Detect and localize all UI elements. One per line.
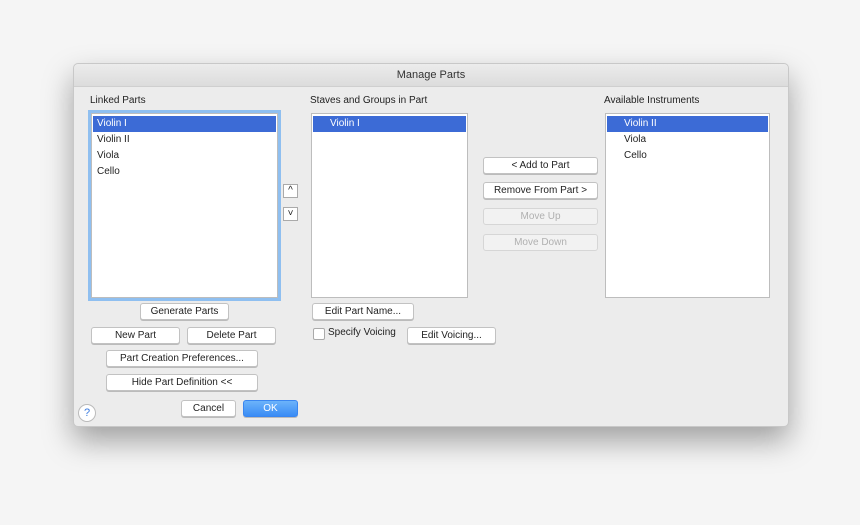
specify-voicing-label: Specify Voicing [328, 327, 396, 338]
list-item[interactable]: Cello [93, 164, 276, 180]
delete-part-button[interactable]: Delete Part [187, 327, 276, 344]
move-part-down-icon[interactable]: ˅ [283, 207, 298, 221]
list-item[interactable]: Violin I [93, 116, 276, 132]
new-part-button[interactable]: New Part [91, 327, 180, 344]
add-to-part-button[interactable]: < Add to Part [483, 157, 598, 174]
move-up-button[interactable]: Move Up [483, 208, 598, 225]
list-item[interactable]: Violin II [93, 132, 276, 148]
ok-button[interactable]: OK [243, 400, 298, 417]
hide-part-definition-button[interactable]: Hide Part Definition << [106, 374, 258, 391]
generate-parts-button[interactable]: Generate Parts [140, 303, 229, 320]
specify-voicing-checkbox[interactable] [313, 328, 325, 340]
available-instruments-label: Available Instruments [604, 95, 700, 106]
available-instruments-list[interactable]: Violin II Viola Cello [605, 113, 770, 298]
edit-voicing-button[interactable]: Edit Voicing... [407, 327, 496, 344]
remove-from-part-button[interactable]: Remove From Part > [483, 182, 598, 199]
list-item[interactable]: Viola [607, 132, 768, 148]
move-down-button[interactable]: Move Down [483, 234, 598, 251]
linked-parts-list[interactable]: Violin I Violin II Viola Cello [88, 110, 281, 301]
part-creation-preferences-button[interactable]: Part Creation Preferences... [106, 350, 258, 367]
linked-parts-label: Linked Parts [90, 95, 146, 106]
staves-list[interactable]: Violin I [311, 113, 468, 298]
help-icon[interactable]: ? [78, 404, 96, 422]
list-item[interactable]: Viola [93, 148, 276, 164]
staves-label: Staves and Groups in Part [310, 95, 428, 106]
manage-parts-dialog: Manage Parts Linked Parts Violin I Violin… [73, 63, 789, 427]
move-part-up-icon[interactable]: ^ [283, 184, 298, 198]
dialog-title: Manage Parts [74, 64, 788, 87]
edit-part-name-button[interactable]: Edit Part Name... [312, 303, 414, 320]
list-item[interactable]: Violin II [607, 116, 768, 132]
list-item[interactable]: Cello [607, 148, 768, 164]
cancel-button[interactable]: Cancel [181, 400, 236, 417]
list-item[interactable]: Violin I [313, 116, 466, 132]
